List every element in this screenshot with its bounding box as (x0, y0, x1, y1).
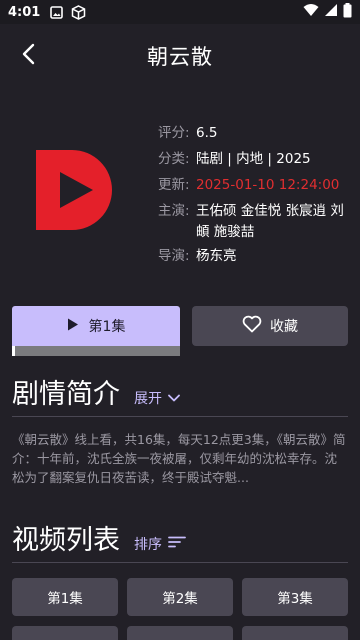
updated-value: 2025-01-10 12:24:00 (196, 177, 340, 193)
play-icon (67, 318, 79, 335)
sort-label: 排序 (134, 537, 162, 553)
signal-icon (324, 3, 338, 21)
episode-button-partial[interactable] (242, 626, 348, 640)
episode-button[interactable]: 第3集 (242, 578, 348, 616)
chevron-down-icon (168, 390, 180, 406)
play-progress-fill (12, 346, 16, 356)
chevron-left-icon (21, 43, 35, 69)
info-category: 分类: 陆剧 | 内地 | 2025 (158, 146, 348, 172)
collect-button[interactable]: 收藏 (192, 306, 348, 346)
page-title: 朝云散 (147, 45, 213, 69)
sort-button[interactable]: 排序 (134, 534, 186, 554)
collect-button-label: 收藏 (270, 319, 298, 335)
info-updated: 更新: 2025-01-10 12:24:00 (158, 172, 348, 198)
sort-icon (168, 536, 186, 552)
synopsis-text: 《朝云散》线上看，共16集，每天12点更3集，《朝云散》简介：十年前，沈氏全族一… (12, 432, 346, 485)
play-logo (36, 150, 112, 230)
episodes-header: 视频列表 排序 (12, 518, 186, 557)
play-progress-bar (12, 346, 180, 356)
divider (12, 416, 348, 417)
back-button[interactable] (14, 42, 42, 70)
status-time: 4:01 (8, 4, 41, 20)
box-icon (71, 4, 86, 20)
battery-icon (343, 2, 352, 22)
play-button-label: 第1集 (88, 319, 126, 335)
heart-icon (242, 315, 262, 337)
expand-label: 展开 (134, 391, 162, 407)
category-value: 陆剧 | 内地 | 2025 (196, 151, 311, 167)
info-director: 导演: 杨东亮 (158, 243, 348, 269)
status-right-icons (303, 2, 352, 22)
info-label: 主演: (158, 203, 190, 219)
info-cast: 主演: 王佑硕 金佳悦 张宸逍 刘頔 施骏喆 (158, 198, 348, 243)
info-label: 评分: (158, 125, 190, 141)
divider (12, 562, 348, 563)
poster[interactable] (36, 150, 116, 230)
episodes-title: 视频列表 (12, 525, 120, 556)
cast-value: 王佑硕 金佳悦 张宸逍 刘頔 施骏喆 (196, 203, 344, 240)
rating-value: 6.5 (196, 125, 218, 141)
play-button[interactable]: 第1集 (12, 306, 180, 346)
episode-button-partial[interactable] (127, 626, 233, 640)
image-icon (50, 5, 64, 19)
director-value: 杨东亮 (196, 248, 237, 264)
info-panel: 评分: 6.5 分类: 陆剧 | 内地 | 2025 更新: 2025-01-1… (158, 120, 348, 269)
info-label: 导演: (158, 248, 190, 264)
info-label: 分类: (158, 151, 190, 167)
episode-button-partial[interactable] (12, 626, 118, 640)
header: 朝云散 (0, 24, 360, 88)
synopsis-title: 剧情简介 (12, 379, 120, 410)
action-row: 第1集 收藏 (12, 306, 348, 356)
status-bar: 4:01 (0, 0, 360, 24)
expand-button[interactable]: 展开 (134, 388, 180, 408)
info-label: 更新: (158, 177, 190, 193)
episode-button[interactable]: 第2集 (127, 578, 233, 616)
info-rating: 评分: 6.5 (158, 120, 348, 146)
wifi-icon (303, 3, 319, 21)
synopsis-header: 剧情简介 展开 (12, 372, 180, 411)
episode-button[interactable]: 第1集 (12, 578, 118, 616)
